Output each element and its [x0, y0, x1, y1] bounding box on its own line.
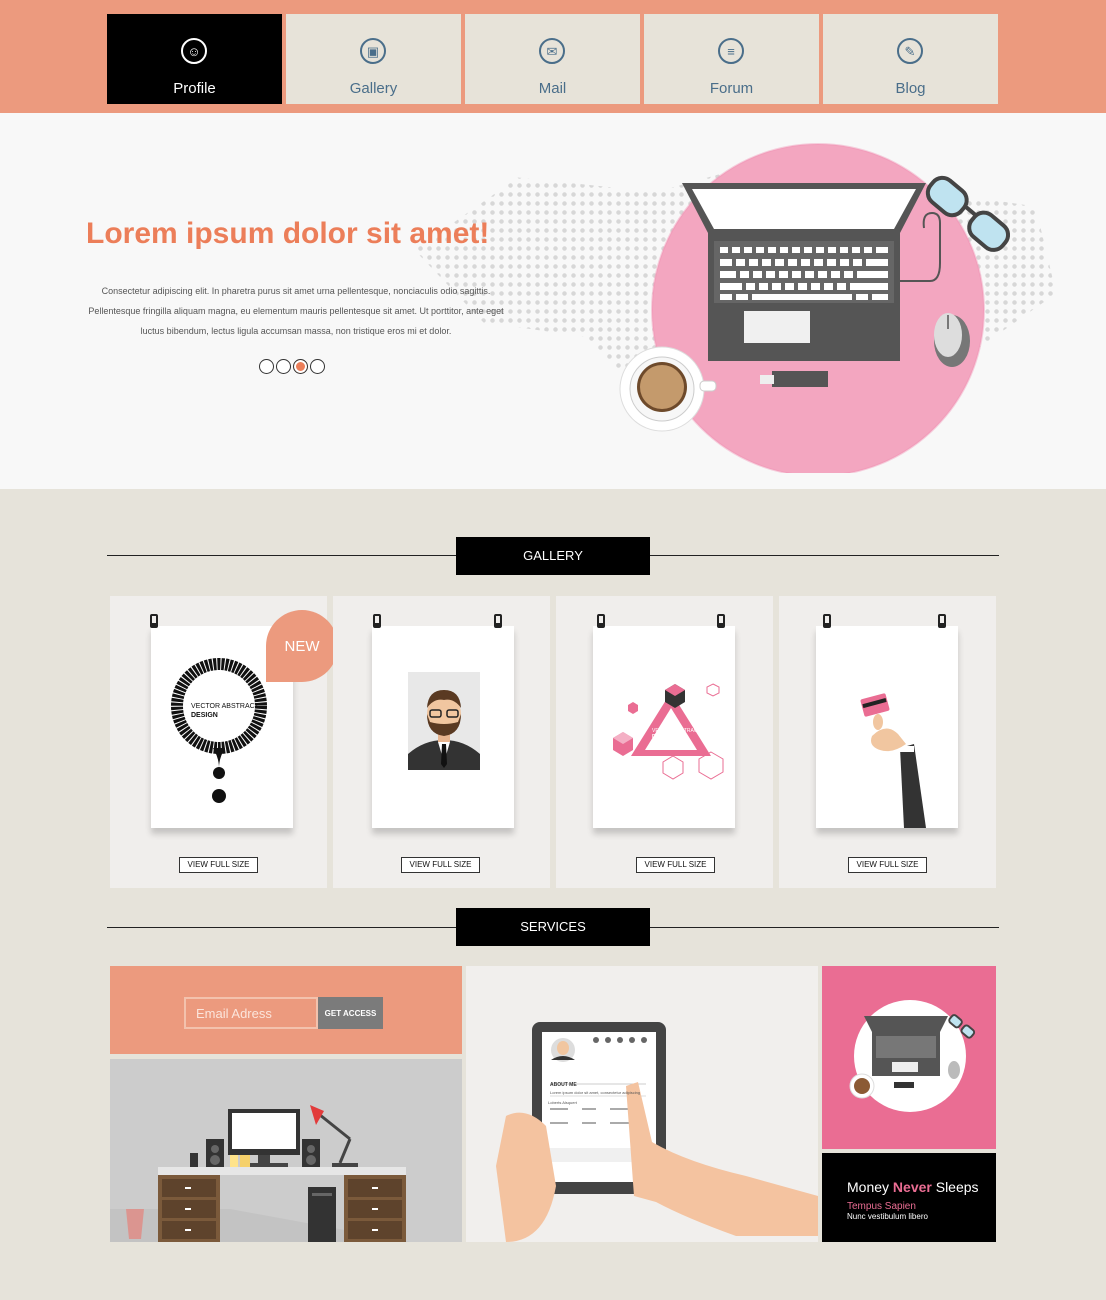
- mini-workspace-illustration: [849, 1000, 976, 1112]
- top-nav-bar: ☺ Profile ▣ Gallery ✉ Mail ≡ Forum ✎ Blo…: [0, 0, 1106, 113]
- email-signup-panel: GET ACCESS: [110, 966, 462, 1054]
- nav-tile-mail[interactable]: ✉ Mail: [465, 14, 640, 104]
- laptop-icon: [682, 183, 926, 361]
- poster[interactable]: VECTOR ABSTRACT DESIGN: [593, 614, 735, 828]
- poster-caption-line: DESIGN: [191, 712, 218, 719]
- tagline-subtitle: Tempus Sapien: [847, 1201, 916, 1212]
- nav-tile-forum[interactable]: ≡ Forum: [644, 14, 819, 104]
- tagline-panel: Money Never Sleeps Tempus Sapien Nunc ve…: [822, 1153, 996, 1242]
- poster-caption-line: DESIGN: [652, 734, 672, 740]
- nav-tile-blog[interactable]: ✎ Blog: [823, 14, 998, 104]
- workspace-panel: [822, 966, 996, 1149]
- slider-dot[interactable]: [310, 359, 325, 374]
- hero-banner: Lorem ipsum dolor sit amet! Consectetur …: [0, 113, 1106, 489]
- mail-icon: ✉: [539, 38, 565, 64]
- nav-label: Forum: [709, 80, 754, 97]
- get-access-button[interactable]: GET ACCESS: [318, 997, 383, 1029]
- tablet-profile-name: Loberts Alsquert: [548, 1100, 577, 1105]
- tagline-heading: Money Never Sleeps: [847, 1179, 979, 1195]
- slider-dots: [259, 359, 325, 374]
- profile-icon: ☺: [181, 38, 207, 64]
- tablet-about-title: ABOUT ME: [550, 1082, 577, 1088]
- nav-label: Profile: [173, 80, 216, 97]
- slider-dot[interactable]: [276, 359, 291, 374]
- nav-tile-profile[interactable]: ☺ Profile: [107, 14, 282, 104]
- poster[interactable]: [816, 614, 958, 828]
- businessman-portrait: [408, 672, 480, 770]
- poster-caption: VECTOR ABSTRACT DESIGN: [652, 728, 701, 740]
- poster-caption: VECTOR ABSTRACT DESIGN: [191, 702, 259, 720]
- new-badge: NEW: [266, 610, 338, 682]
- tagline-caption: Nunc vestibulum libero: [847, 1212, 928, 1221]
- tablet-hands-illustration: [496, 1022, 818, 1242]
- nav-label: Gallery: [349, 80, 398, 97]
- tagline-word: Sleeps: [935, 1179, 979, 1195]
- hand-with-credit-card-artwork: [860, 693, 926, 828]
- office-desk-panel: [110, 1059, 462, 1242]
- hero-title: Lorem ipsum dolor sit amet!: [86, 217, 490, 250]
- view-full-size-button[interactable]: VIEW FULL SIZE: [401, 857, 480, 873]
- poster[interactable]: [372, 614, 514, 828]
- view-full-size-button[interactable]: VIEW FULL SIZE: [636, 857, 715, 873]
- gallery-card: VIEW FULL SIZE: [333, 596, 550, 888]
- desk-illustration: [110, 1105, 410, 1242]
- workspace-illustration: [619, 143, 1011, 473]
- hero-text: Consectetur adipiscing elit. In pharetra…: [88, 286, 504, 336]
- tagline-word-highlight: Never: [892, 1179, 932, 1195]
- view-full-size-button[interactable]: VIEW FULL SIZE: [179, 857, 258, 873]
- gallery-heading: GALLERY: [456, 537, 650, 575]
- services-heading: SERVICES: [456, 908, 650, 946]
- gallery-icon: ▣: [360, 38, 386, 64]
- nav-tile-gallery[interactable]: ▣ Gallery: [286, 14, 461, 104]
- gallery-card: VIEW FULL SIZE: [779, 596, 996, 888]
- gallery-card: VECTOR ABSTRACT DESIGN VIEW FULL SIZE: [556, 596, 773, 888]
- nav-label: Mail: [538, 80, 567, 97]
- pencil-icon: ✎: [897, 38, 923, 64]
- pink-triangle-artwork: [613, 683, 724, 780]
- email-input[interactable]: [184, 997, 318, 1029]
- nav-label: Blog: [895, 80, 926, 97]
- forum-icon: ≡: [718, 38, 744, 64]
- poster-caption-line: VECTOR ABSTRACT: [191, 703, 259, 710]
- slider-dot-active[interactable]: [293, 359, 308, 374]
- tagline-word: Money: [847, 1179, 890, 1195]
- slider-dot[interactable]: [259, 359, 274, 374]
- tablet-profile-panel: Loberts Alsquert ABOUT ME Lorem ipsum do…: [466, 966, 818, 1242]
- view-full-size-button[interactable]: VIEW FULL SIZE: [848, 857, 927, 873]
- tablet-about-text: Lorem ipsum dolor sit amet, consectetur …: [550, 1090, 641, 1095]
